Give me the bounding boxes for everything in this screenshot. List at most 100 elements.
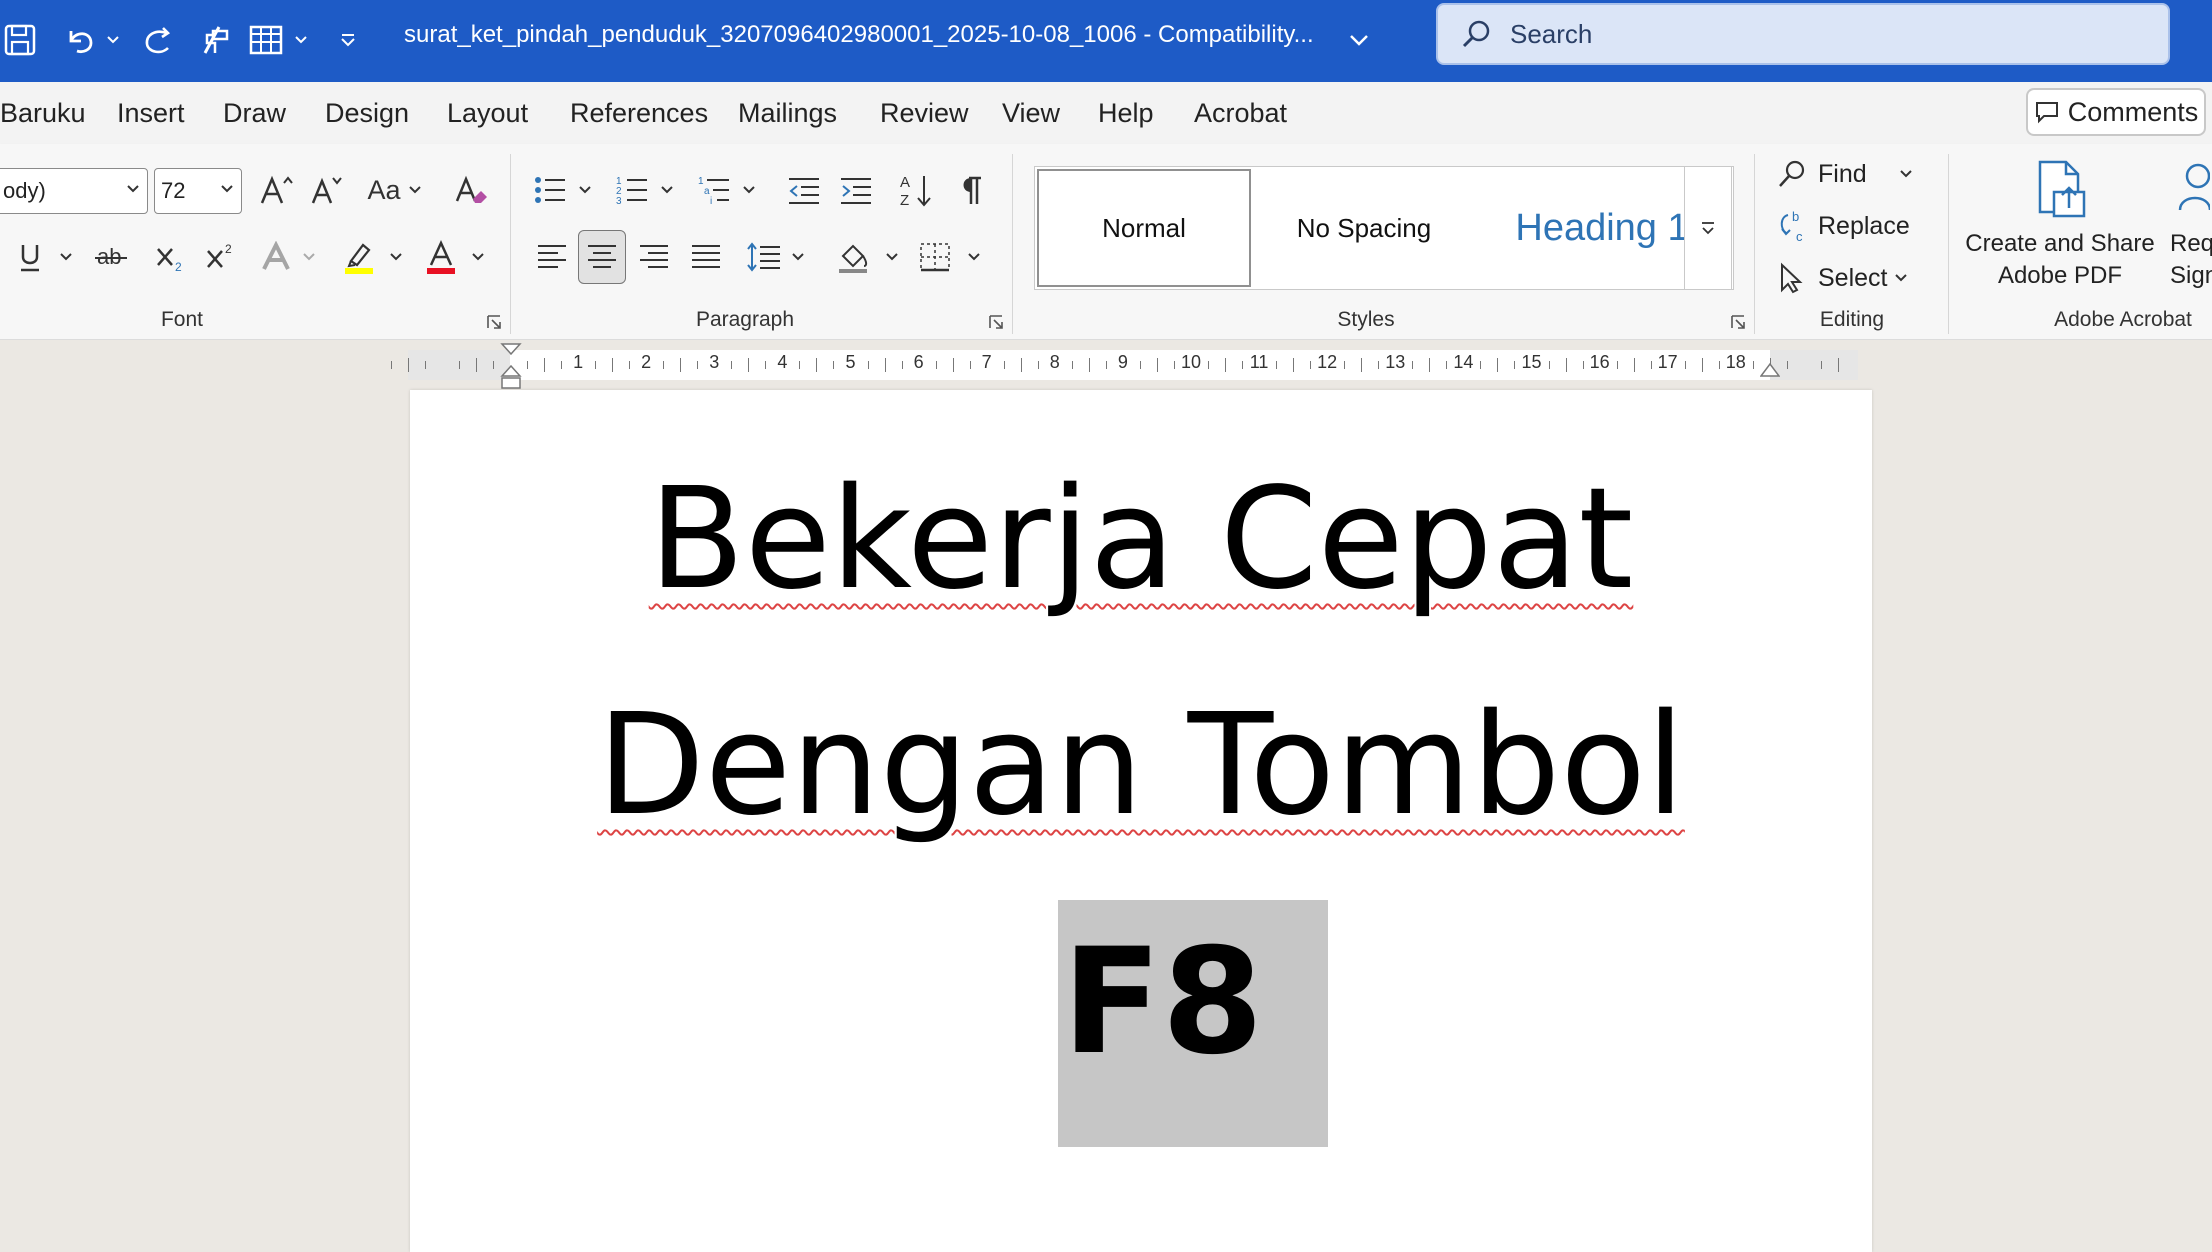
align-center-button[interactable] (578, 230, 626, 284)
grow-font-icon[interactable] (252, 166, 300, 214)
increase-indent-icon[interactable] (834, 166, 878, 214)
find-dropdown-icon[interactable] (1894, 152, 1918, 196)
sort-icon[interactable]: AZ (894, 166, 938, 214)
format-painter-icon[interactable] (196, 10, 236, 70)
horizontal-ruler[interactable]: 1 2 3 4 5 6 7 8 9 10 11 12 13 14 15 16 17 18 (0, 340, 2212, 390)
table-icon[interactable] (246, 10, 286, 70)
create-share-line1: Create and Share (1965, 230, 2155, 257)
font-color-icon[interactable] (420, 232, 462, 282)
ruler-tick (1020, 358, 1022, 372)
ruler-tick (952, 358, 954, 372)
highlight-dropdown-icon[interactable] (386, 232, 406, 282)
tab-design[interactable]: Design (325, 82, 409, 144)
ruler-tick (612, 358, 614, 372)
styles-dialog-launcher-icon[interactable] (1730, 314, 1746, 330)
tab-acrobat[interactable]: Acrobat (1194, 82, 1287, 144)
text-effects-dropdown-icon[interactable] (300, 232, 318, 282)
clear-formatting-icon[interactable] (448, 166, 494, 214)
replace-button[interactable]: bc Replace (1776, 204, 1910, 248)
ruler-tick (544, 358, 546, 372)
multilevel-dropdown-icon[interactable] (740, 166, 758, 214)
create-share-pdf-button[interactable]: Create and Share Adobe PDF (1962, 158, 2158, 308)
title-dropdown-icon[interactable] (1346, 10, 1372, 70)
tab-baruku[interactable]: Baruku (0, 82, 86, 144)
decrease-indent-icon[interactable] (782, 166, 826, 214)
find-button[interactable]: Find (1776, 152, 1867, 196)
superscript-icon[interactable]: 2 (200, 232, 240, 282)
borders-dropdown-icon[interactable] (964, 232, 984, 282)
customize-toolbar-icon[interactable] (336, 10, 360, 70)
tab-references[interactable]: References (570, 82, 708, 144)
subscript-icon[interactable]: 2 (150, 232, 190, 282)
select-button[interactable]: Select (1776, 256, 1919, 300)
undo-icon[interactable] (60, 10, 100, 70)
document-line-3[interactable]: F8 (1062, 922, 1263, 1082)
borders-icon[interactable] (914, 232, 956, 282)
ruler-tick (935, 361, 937, 369)
text-effects-icon[interactable] (256, 232, 296, 282)
comments-button[interactable]: Comments (2026, 88, 2206, 136)
chevron-down-icon (1895, 274, 1908, 282)
font-dialog-launcher-icon[interactable] (486, 314, 502, 330)
justify-icon[interactable] (684, 232, 728, 282)
font-color-dropdown-icon[interactable] (468, 232, 488, 282)
person-icon (2178, 163, 2210, 211)
ruler-tick (1105, 361, 1107, 369)
tab-review[interactable]: Review (880, 82, 969, 144)
ruler-tick (1412, 361, 1414, 369)
numbering-icon[interactable]: 123 (610, 166, 654, 214)
right-indent-marker-icon[interactable] (1760, 360, 1780, 378)
style-no-spacing[interactable]: No Spacing (1257, 169, 1471, 287)
font-name-combo[interactable]: ody) (0, 168, 148, 214)
acrobat-group-label: Adobe Acrobat (2054, 308, 2192, 331)
request-signatures-button[interactable]: Req Sign (2170, 158, 2212, 308)
tab-view[interactable]: View (1002, 82, 1060, 144)
paragraph-dialog-launcher-icon[interactable] (988, 314, 1004, 330)
ruler-number: 16 (1589, 352, 1610, 372)
line-spacing-dropdown-icon[interactable] (788, 232, 808, 282)
align-left-icon[interactable] (530, 232, 574, 282)
underline-dropdown-icon[interactable] (56, 232, 76, 282)
table-dropdown-icon[interactable] (292, 10, 310, 70)
save-icon[interactable] (0, 10, 40, 70)
change-case-button[interactable]: Aa (362, 166, 428, 214)
align-right-icon[interactable] (632, 232, 676, 282)
style-normal[interactable]: Normal (1037, 169, 1251, 287)
tab-layout[interactable]: Layout (447, 82, 528, 144)
document-line-2[interactable]: Dengan Tombol (410, 686, 1872, 846)
numbering-dropdown-icon[interactable] (658, 166, 676, 214)
styles-more-button[interactable] (1684, 166, 1732, 290)
ruler-tick (1037, 361, 1039, 369)
shrink-font-icon[interactable] (304, 166, 348, 214)
ruler-number: 2 (641, 352, 652, 372)
line-spacing-icon[interactable] (744, 232, 784, 282)
font-size-combo[interactable]: 72 (154, 168, 242, 214)
svg-text:c: c (1796, 229, 1803, 243)
bullets-icon[interactable] (528, 166, 572, 214)
ruler-number: 11 (1249, 352, 1269, 372)
ruler-tick (1616, 361, 1618, 369)
document-line-2-text: Dengan Tombol (597, 684, 1685, 847)
ruler-tick (884, 358, 886, 372)
document-line-1[interactable]: Bekerja Cepat (410, 460, 1872, 620)
redo-icon[interactable] (138, 10, 178, 70)
tab-mailings[interactable]: Mailings (738, 82, 837, 144)
shading-dropdown-icon[interactable] (882, 232, 902, 282)
tab-insert[interactable]: Insert (117, 82, 185, 144)
search-input[interactable]: Search (1436, 3, 2170, 65)
document-line-1-text: Bekerja Cepat (648, 458, 1634, 621)
strikethrough-icon[interactable]: ab (90, 232, 132, 282)
highlight-color-icon[interactable] (338, 232, 380, 282)
underline-icon[interactable] (10, 232, 50, 282)
undo-dropdown-icon[interactable] (104, 10, 122, 70)
document-title[interactable]: surat_ket_pindah_penduduk_32070964029800… (404, 0, 1314, 70)
shading-icon[interactable] (834, 232, 874, 282)
show-formatting-marks-icon[interactable] (952, 166, 992, 214)
tab-help[interactable]: Help (1098, 82, 1154, 144)
bullets-dropdown-icon[interactable] (576, 166, 594, 214)
document-page[interactable]: Bekerja Cepat Dengan Tombol F8 (410, 390, 1872, 1252)
menu-tabs: Baruku Insert Draw Design Layout Referen… (0, 82, 2212, 144)
tab-draw[interactable]: Draw (223, 82, 286, 144)
multilevel-list-icon[interactable]: 1ai (692, 166, 736, 214)
indent-markers-icon[interactable] (500, 342, 522, 390)
